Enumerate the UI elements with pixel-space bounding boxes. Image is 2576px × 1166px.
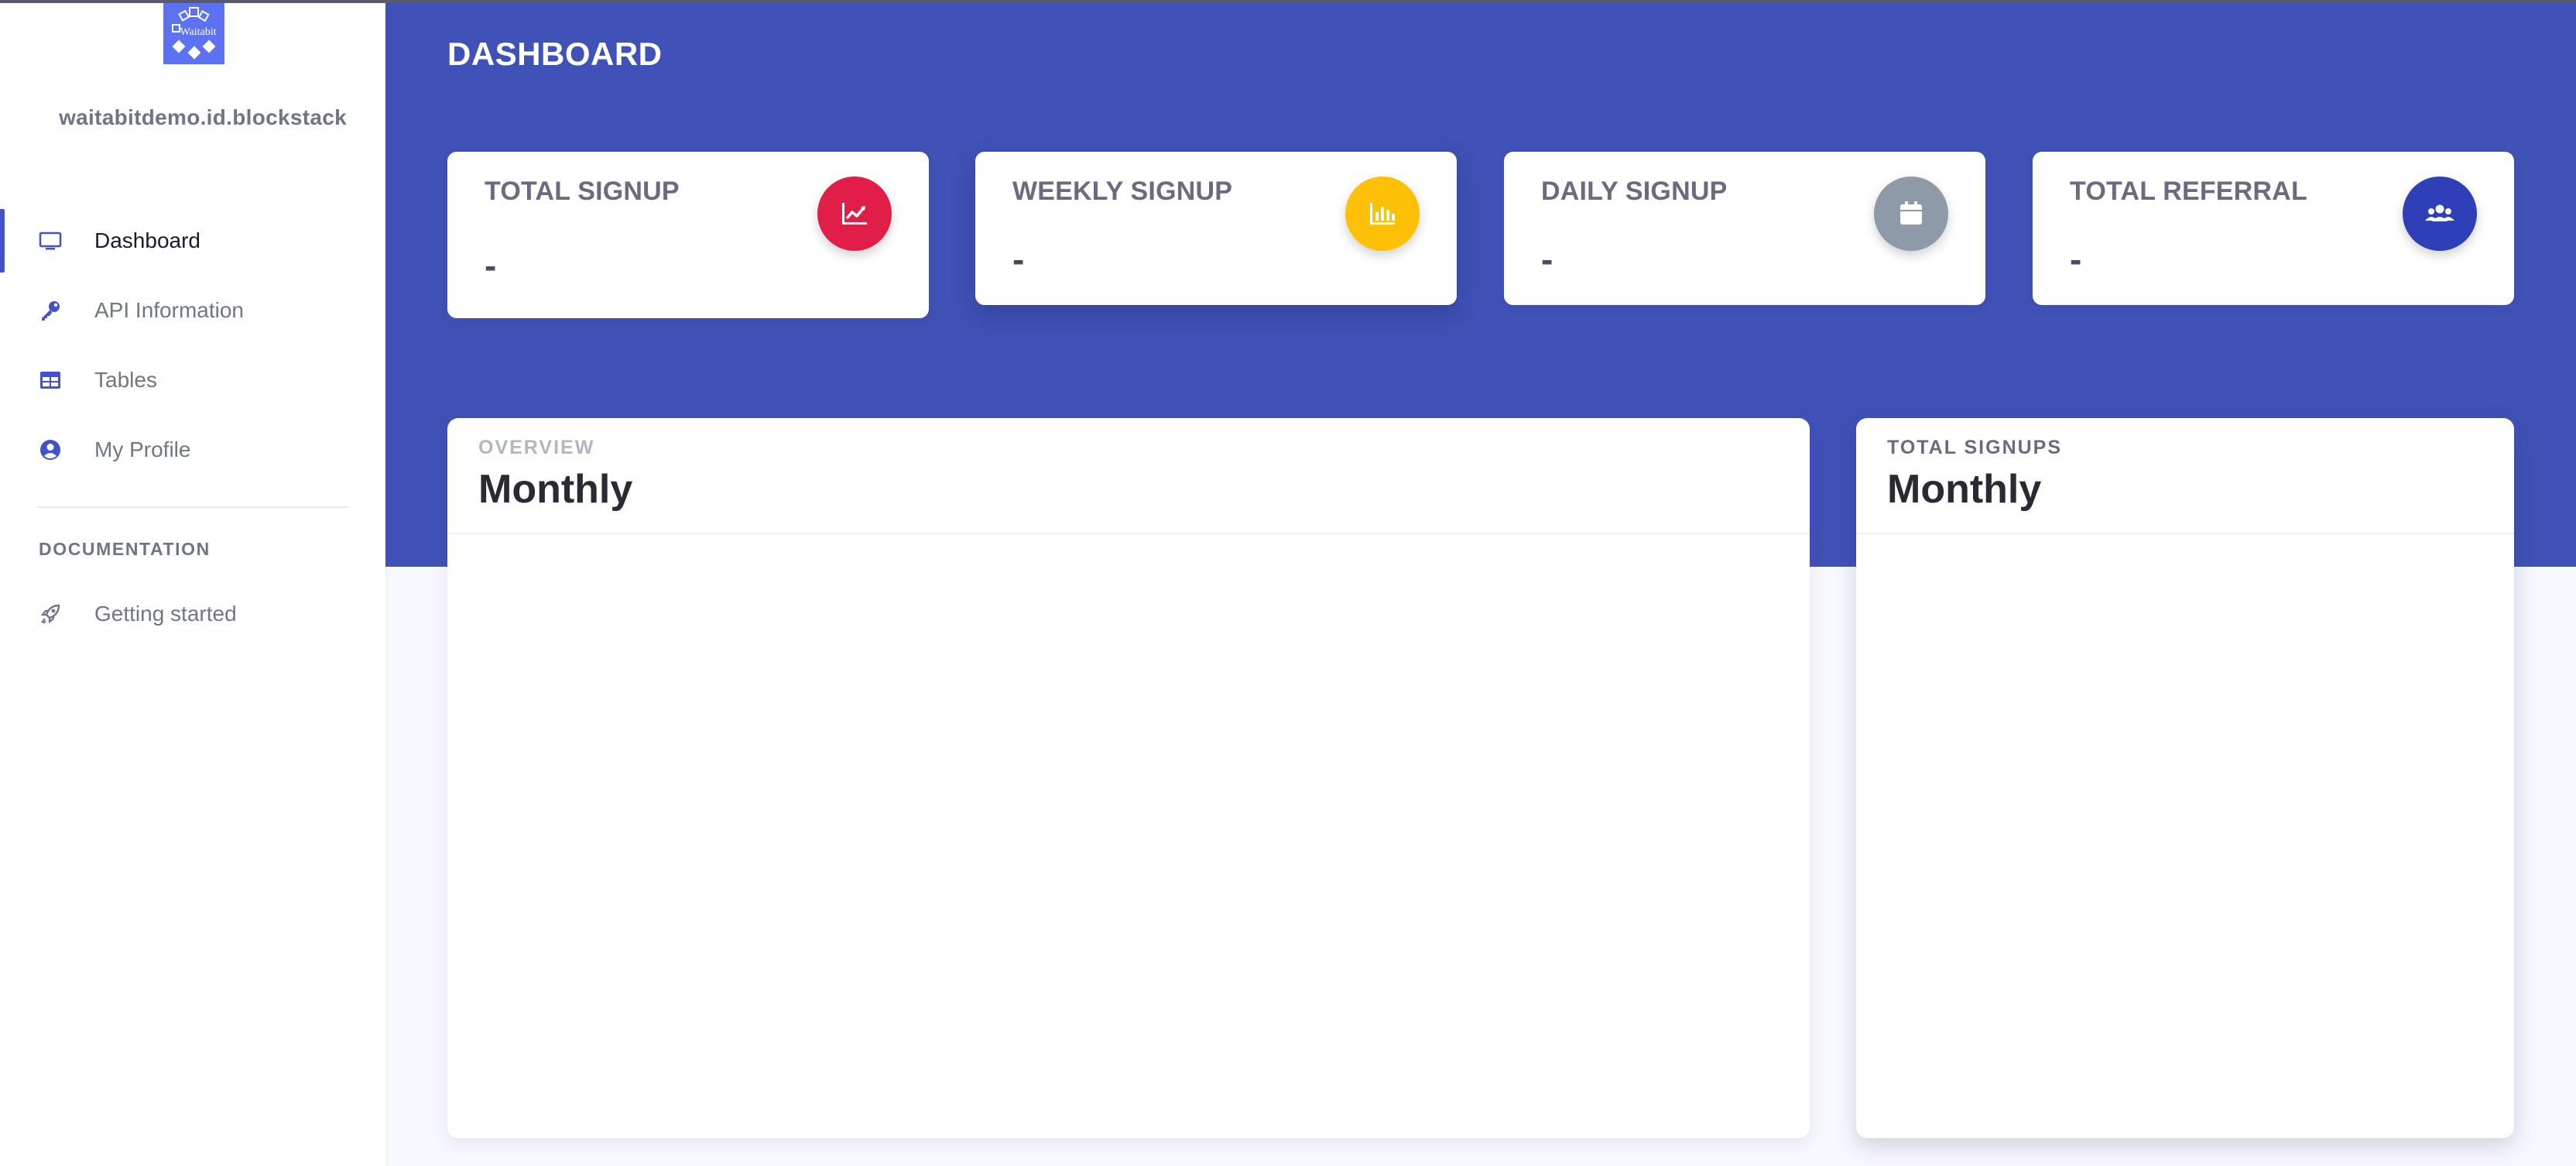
- sidebar-item-tables[interactable]: Tables: [0, 345, 385, 415]
- panel-overline: TOTAL SIGNUPS: [1887, 437, 2063, 458]
- sidebar-item-my-profile[interactable]: My Profile: [0, 415, 385, 485]
- panel-overline: OVERVIEW: [478, 437, 595, 458]
- panel-title: Monthly: [478, 467, 633, 512]
- stat-title: TOTAL REFERRAL: [2070, 177, 2307, 206]
- user-circle-icon: [37, 437, 63, 463]
- stat-title: WEEKLY SIGNUP: [1012, 177, 1233, 206]
- logo-icon: Waitabit: [163, 3, 224, 64]
- total-signups-chart-area: [1856, 534, 2514, 1138]
- stat-card-weekly-signup: WEEKLY SIGNUP -: [975, 152, 1457, 305]
- chart-bar-icon: [1345, 177, 1420, 251]
- sidebar-item-getting-started[interactable]: Getting started: [0, 579, 385, 649]
- overview-chart-area: [447, 534, 1810, 1138]
- logo-text: Waitabit: [180, 26, 216, 38]
- documentation-nav: Getting started: [0, 579, 385, 649]
- stat-title: DAILY SIGNUP: [1541, 177, 1728, 206]
- stat-card-daily-signup: DAILY SIGNUP -: [1504, 152, 1985, 305]
- calendar-icon: [1874, 177, 1948, 251]
- sidebar-item-label: Dashboard: [94, 228, 200, 252]
- stat-title: TOTAL SIGNUP: [485, 177, 680, 206]
- monitor-icon: [37, 228, 63, 254]
- panel-header: OVERVIEW Monthly: [447, 418, 1810, 534]
- total-signups-panel: TOTAL SIGNUPS Monthly: [1856, 418, 2514, 1138]
- brand-logo[interactable]: Waitabit: [163, 3, 224, 64]
- sidebar-item-dashboard[interactable]: Dashboard: [0, 206, 385, 276]
- overview-panel: OVERVIEW Monthly: [447, 418, 1810, 1138]
- user-name[interactable]: waitabitdemo.id.blockstack: [0, 105, 347, 130]
- sidebar-item-label: API Information: [94, 298, 244, 322]
- documentation-heading: DOCUMENTATION: [39, 539, 211, 559]
- chart-line-icon: [817, 177, 892, 251]
- page-title: DASHBOARD: [447, 36, 663, 72]
- sidebar-item-label: My Profile: [94, 437, 191, 461]
- stat-card-total-signup: TOTAL SIGNUP -: [447, 152, 929, 318]
- stat-value: -: [1012, 239, 1025, 279]
- stat-value: -: [2070, 239, 2082, 279]
- stat-value: -: [1541, 239, 1553, 279]
- stat-value: -: [485, 245, 497, 286]
- window-top-border: [0, 0, 2576, 3]
- rocket-icon: [37, 601, 63, 627]
- sidebar-item-api-information[interactable]: API Information: [0, 276, 385, 345]
- users-icon: [2403, 177, 2477, 251]
- panel-header: TOTAL SIGNUPS Monthly: [1856, 418, 2514, 534]
- sidebar-item-label: Tables: [94, 368, 157, 392]
- sidebar: Waitabit waitabitdemo.id.blockstack Dash…: [0, 0, 385, 1166]
- sidebar-nav: Dashboard API Information Tables My Prof…: [0, 206, 385, 485]
- stat-card-total-referral: TOTAL REFERRAL -: [2033, 152, 2514, 305]
- sidebar-divider: [37, 506, 348, 508]
- table-icon: [37, 367, 63, 393]
- sidebar-item-label: Getting started: [94, 602, 237, 626]
- key-icon: [37, 297, 63, 324]
- panel-title: Monthly: [1887, 467, 2042, 512]
